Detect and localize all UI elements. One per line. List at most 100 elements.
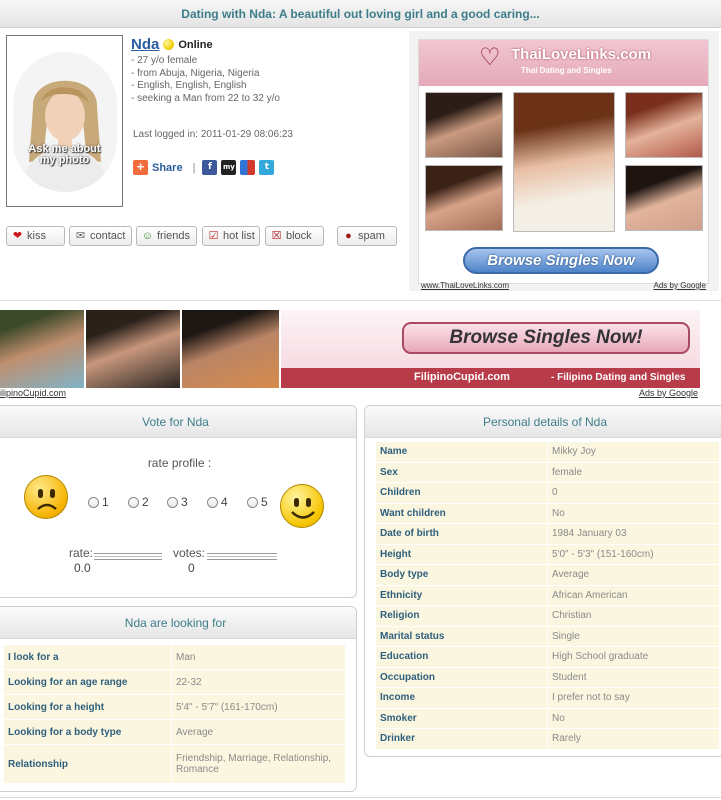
ad-brand: ThaiLoveLinks.com (511, 46, 652, 63)
block-button[interactable]: ☒ block (265, 226, 324, 246)
radio-1[interactable] (88, 496, 99, 508)
ad-filipinocupid[interactable]: Browse Singles Now! FilipinoCupid.com - … (0, 310, 700, 388)
share-bar: + Share | f my t (133, 160, 275, 175)
rate-option-3[interactable]: 3 (167, 495, 188, 509)
row-key: Ethnicity (376, 585, 547, 605)
page-bottom-divider (0, 797, 721, 798)
detail-age-sex: - 27 y/o female (131, 55, 198, 66)
facebook-icon[interactable]: f (202, 160, 218, 175)
row-value: 5'4" - 5'7" (161-170cm) (172, 695, 345, 719)
detail-location: - from Abuja, Nigeria, Nigeria (131, 67, 260, 79)
table-row: I look for a Man (4, 645, 345, 669)
browse-singles-button[interactable]: Browse Singles Now (463, 247, 659, 274)
profile-name-link[interactable]: Nda (131, 36, 159, 53)
row-key: Looking for a height (4, 695, 171, 719)
page-title: Dating with Nda: A beautiful out loving … (0, 0, 721, 28)
table-row: Relationship Friendship, Marriage, Relat… (4, 745, 345, 783)
ads-by-google-link[interactable]: Ads by Google (654, 281, 706, 290)
sad-face-icon (24, 475, 68, 519)
heart-icon: ❤ (12, 229, 23, 242)
row-key: Religion (376, 606, 547, 626)
share-link[interactable]: Share (152, 162, 183, 174)
table-row: Sex female (376, 462, 719, 482)
twitter-icon[interactable]: t (259, 160, 275, 175)
row-value: Rarely (548, 729, 719, 749)
personal-details-panel: Personal details of Nda Name Mikky Joy Sex… (364, 405, 721, 757)
table-row: Occupation Student (376, 667, 719, 687)
row-value: Christian (548, 606, 719, 626)
table-row: Religion Christian (376, 606, 719, 626)
table-row: Height 5'0" - 5'3" (151-160cm) (376, 544, 719, 564)
ad-thailovelinks[interactable]: ♡ ThaiLoveLinks.com Thai Dating and Sing… (409, 31, 719, 291)
row-value: No (548, 503, 719, 523)
banner-browse-button[interactable]: Browse Singles Now! (402, 322, 690, 354)
ad-photo-5 (625, 165, 703, 231)
row-value: African American (548, 585, 719, 605)
table-row: Education High School graduate (376, 647, 719, 667)
ad-url-link[interactable]: www.ThaiLoveLinks.com (421, 281, 509, 290)
friends-button[interactable]: ☺ friends (136, 226, 197, 246)
rate-option-2[interactable]: 2 (128, 495, 149, 509)
table-row: Income I prefer not to say (376, 688, 719, 708)
row-value: Average (172, 720, 345, 744)
row-key: Body type (376, 565, 547, 585)
online-status-text: Online (178, 38, 213, 51)
row-value: Friendship, Marriage, Relationship, Roma… (172, 745, 345, 783)
rate-option-4-label: 4 (221, 495, 228, 509)
vote-panel-header: Vote for Nda (0, 406, 356, 438)
banner-ads-by-google-link[interactable]: Ads by Google (639, 388, 698, 398)
row-key: Education (376, 647, 547, 667)
heart-logo-icon: ♡ (479, 44, 501, 71)
banner-photo-1 (0, 310, 86, 388)
rate-option-3-label: 3 (181, 495, 188, 509)
profile-summary: Nda Online - 27 y/o female - from Abuja,… (131, 36, 401, 105)
rate-option-1[interactable]: 1 (88, 495, 109, 509)
looking-for-header: Nda are looking for (0, 607, 356, 639)
row-key: Name (376, 442, 547, 462)
spam-button[interactable]: ● spam (337, 226, 397, 246)
rate-label: rate: (69, 546, 94, 560)
banner-brand: FilipinoCupid.com (414, 371, 510, 383)
banner-url-link[interactable]: ilipinoCupid.com (0, 388, 66, 398)
row-value: Average (548, 565, 719, 585)
banner-footer: FilipinoCupid.com - Filipino Dating and … (281, 368, 700, 388)
row-key: Marital status (376, 626, 547, 646)
radio-2[interactable] (128, 496, 139, 508)
last-logged-in: Last logged in: 2011-01-29 08:06:23 (133, 129, 293, 140)
kiss-button[interactable]: ❤ kiss (6, 226, 65, 246)
row-key: Children (376, 483, 547, 503)
row-value: Student (548, 667, 719, 687)
contact-button[interactable]: ✉ contact (69, 226, 132, 246)
row-value: Single (548, 626, 719, 646)
radio-3[interactable] (167, 496, 178, 508)
hot-list-label: hot list (223, 230, 255, 242)
detail-languages: - English, English, English (131, 80, 247, 91)
looking-for-panel: Nda are looking for I look for a Man Loo… (0, 606, 357, 792)
block-icon: ☒ (271, 229, 282, 242)
ask-photo-label[interactable]: Ask me about my photo (7, 144, 122, 166)
radio-4[interactable] (207, 496, 218, 508)
ad-photo-1 (425, 92, 503, 158)
profile-photo[interactable]: Ask me about my photo (6, 35, 123, 207)
radio-5[interactable] (247, 496, 258, 508)
rate-option-1-label: 1 (102, 495, 109, 509)
ad-photo-4 (425, 165, 503, 231)
rate-option-2-label: 2 (142, 495, 149, 509)
banner-photo-3 (182, 310, 281, 388)
row-key: Drinker (376, 729, 547, 749)
share-plus-icon[interactable]: + (133, 160, 148, 175)
table-row: Marital status Single (376, 626, 719, 646)
ad-header: ♡ ThaiLoveLinks.com Thai Dating and Sing… (419, 40, 708, 86)
rate-option-4[interactable]: 4 (207, 495, 228, 509)
myspace-icon[interactable]: my (221, 160, 237, 175)
delicious-icon[interactable] (240, 160, 256, 175)
share-separator: | (192, 161, 196, 174)
votes-value: 0 (188, 561, 195, 575)
personal-details-header: Personal details of Nda (365, 406, 721, 438)
profile-details-list: - 27 y/o female - from Abuja, Nigeria, N… (131, 55, 401, 105)
kiss-label: kiss (27, 230, 46, 242)
personal-details-table: Name Mikky Joy Sex female Children 0 Want chil… (375, 441, 720, 750)
row-key: I look for a (4, 645, 171, 669)
rate-option-5[interactable]: 5 (247, 495, 268, 509)
hot-list-button[interactable]: ☑ hot list (202, 226, 260, 246)
